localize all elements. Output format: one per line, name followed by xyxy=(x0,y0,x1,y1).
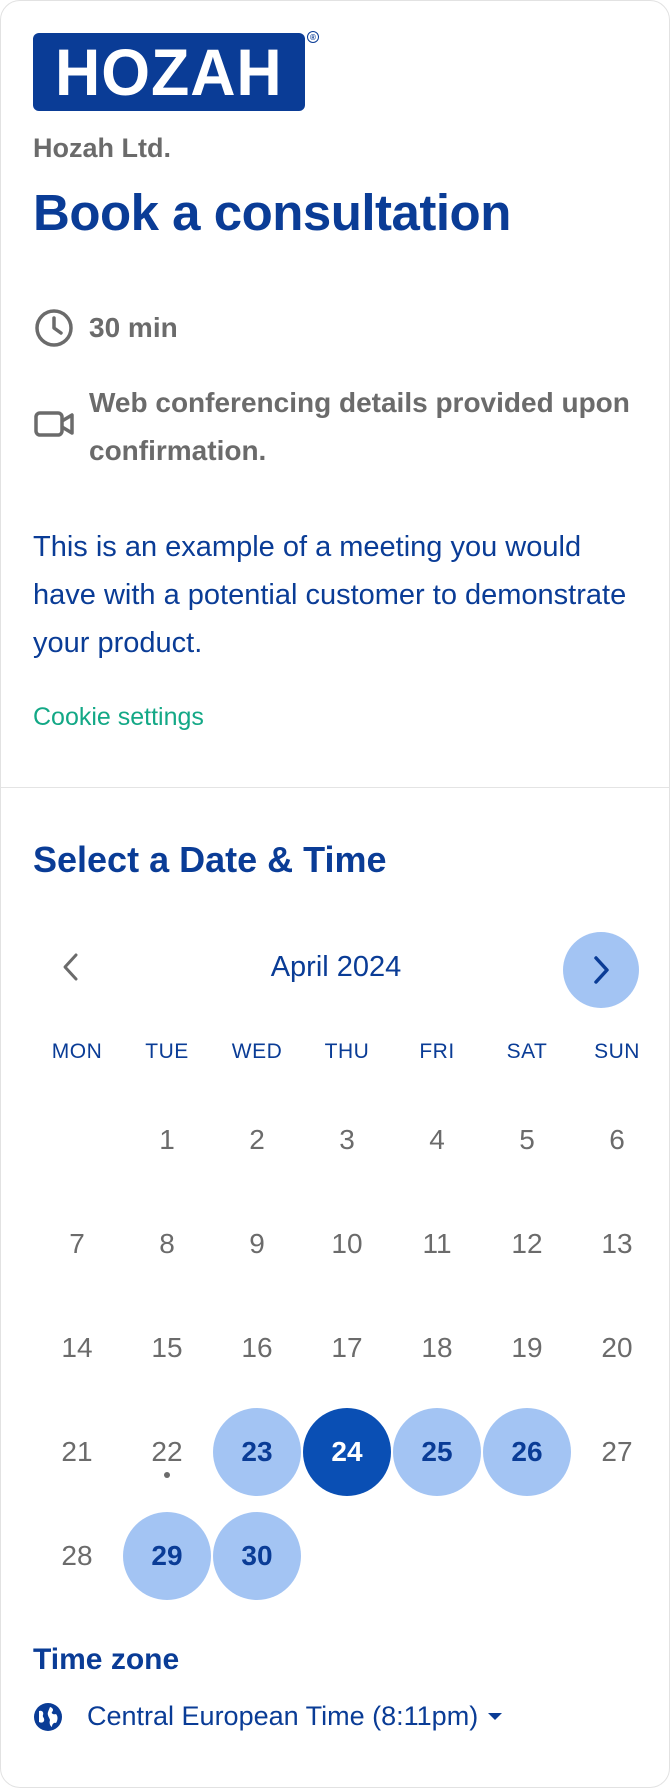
calendar-day-15: 15 xyxy=(151,1332,183,1363)
globe-icon xyxy=(34,1702,62,1731)
calendar-day-8: 8 xyxy=(159,1228,175,1259)
calendar-day-20: 20 xyxy=(601,1332,633,1363)
calendar-day-24[interactable]: 24 xyxy=(303,1408,391,1496)
clock-icon xyxy=(35,309,73,347)
today-indicator xyxy=(164,1472,170,1478)
duration-label: 30 min xyxy=(89,312,178,343)
calendar-day-22: 22 xyxy=(151,1436,183,1467)
weekday-sat: SAT xyxy=(506,1040,548,1063)
weekday-fri: FRI xyxy=(419,1040,455,1063)
calendar-day-1: 1 xyxy=(159,1124,175,1155)
calendar-day-7: 7 xyxy=(69,1228,85,1259)
section-divider xyxy=(1,787,669,788)
calendar-day-2: 2 xyxy=(249,1124,265,1155)
weekday-tue: TUE xyxy=(145,1040,189,1063)
event-title: Book a consultation xyxy=(33,184,511,241)
calendar-day-19: 19 xyxy=(511,1332,543,1363)
calendar-day-26[interactable]: 26 xyxy=(483,1408,571,1496)
video-camera-icon xyxy=(34,411,74,437)
calendar-day-4: 4 xyxy=(429,1124,445,1155)
cookie-settings-link[interactable]: Cookie settings xyxy=(33,703,204,732)
weekday-wed: WED xyxy=(231,1040,283,1063)
booking-card: HOZAH ® Hozah Ltd. Book a consultation 3… xyxy=(0,0,670,1788)
calendar-day-6: 6 xyxy=(609,1124,625,1155)
registered-mark: ® xyxy=(307,31,319,43)
event-location: Web conferencing details provided upon c… xyxy=(33,379,633,475)
timezone-selector[interactable]: Central European Time (8:11pm) xyxy=(33,1701,503,1732)
calendar-day-5: 5 xyxy=(519,1124,535,1155)
location-label: Web conferencing details provided upon c… xyxy=(89,387,630,466)
calendar-day-23[interactable]: 23 xyxy=(213,1408,301,1496)
calendar-heading: Select a Date & Time xyxy=(33,839,387,880)
calendar-day-3: 3 xyxy=(339,1124,355,1155)
calendar-day-18: 18 xyxy=(421,1332,453,1363)
calendar-day-25[interactable]: 25 xyxy=(393,1408,481,1496)
timezone-value: Central European Time (8:11pm) xyxy=(87,1701,479,1731)
weekday-sun: SUN xyxy=(594,1040,640,1063)
calendar-day-10: 10 xyxy=(331,1228,363,1259)
next-month-button[interactable] xyxy=(563,932,639,1008)
calendar-day-13: 13 xyxy=(601,1228,633,1259)
company-logo: HOZAH xyxy=(33,33,305,111)
calendar-day-14: 14 xyxy=(61,1332,93,1363)
calendar-day-29[interactable]: 29 xyxy=(123,1512,211,1600)
organizer-name: Hozah Ltd. xyxy=(33,133,171,163)
event-duration: 30 min xyxy=(33,307,178,349)
chevron-right-icon xyxy=(594,956,609,984)
caret-down-icon xyxy=(488,1713,503,1720)
calendar-day-16: 16 xyxy=(241,1332,273,1363)
timezone-heading: Time zone xyxy=(33,1643,180,1676)
event-description: This is an example of a meeting you woul… xyxy=(33,531,627,659)
calendar-day-12: 12 xyxy=(511,1228,543,1259)
calendar-day-27: 27 xyxy=(601,1436,633,1467)
logo-text: HOZAH xyxy=(55,35,283,109)
calendar-day-9: 9 xyxy=(249,1228,265,1259)
weekday-mon: MON xyxy=(51,1040,103,1063)
calendar-day-21: 21 xyxy=(61,1436,93,1467)
calendar-day-17: 17 xyxy=(331,1332,363,1363)
calendar-day-30[interactable]: 30 xyxy=(213,1512,301,1600)
calendar-day-28: 28 xyxy=(61,1540,93,1571)
calendar-day-11: 11 xyxy=(422,1228,452,1259)
weekday-thu: THU xyxy=(324,1040,370,1063)
